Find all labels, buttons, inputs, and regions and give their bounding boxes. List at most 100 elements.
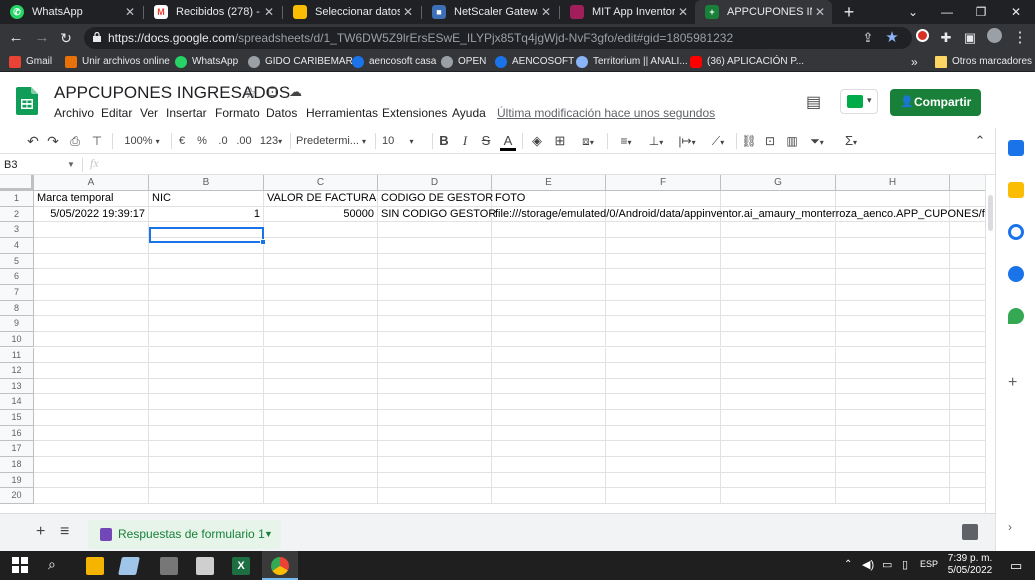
show-hidden-icons-chevron[interactable]: ⌃ xyxy=(844,559,852,570)
contacts-icon[interactable] xyxy=(1008,266,1024,282)
cell-h15[interactable] xyxy=(836,410,950,426)
insert-link-icon[interactable]: ⛓ xyxy=(741,132,757,150)
cell-b18[interactable] xyxy=(149,457,264,473)
tab-whatsapp[interactable]: ✆ WhatsApp ✕ xyxy=(0,0,142,24)
cell-e12[interactable] xyxy=(492,363,606,379)
cell-d16[interactable] xyxy=(378,425,492,442)
bookmark-open[interactable]: OPEN xyxy=(441,52,486,72)
other-bookmarks-folder[interactable]: Otros marcadores xyxy=(935,52,1032,72)
cell-g16[interactable] xyxy=(721,425,836,442)
cell-c9[interactable] xyxy=(264,316,378,332)
cell-i12[interactable] xyxy=(950,363,985,379)
cell-d2[interactable]: SIN CODIGO GESTOR xyxy=(378,206,496,223)
menu-herramientas[interactable]: Herramientas xyxy=(306,106,378,120)
cell-f11[interactable] xyxy=(606,347,721,364)
cell-i4[interactable] xyxy=(950,238,985,254)
row-header-5[interactable]: 5 xyxy=(0,253,34,270)
row-header-17[interactable]: 17 xyxy=(0,441,34,458)
cell-a5[interactable] xyxy=(34,253,149,270)
row-header-19[interactable]: 19 xyxy=(0,472,34,489)
app-icon[interactable] xyxy=(160,557,178,575)
language-indicator[interactable]: ESP xyxy=(920,559,938,569)
cell-d10[interactable] xyxy=(378,331,492,348)
close-tab-icon[interactable]: ✕ xyxy=(812,5,828,19)
cell-a6[interactable] xyxy=(34,269,149,285)
cell-d3[interactable] xyxy=(378,222,492,238)
more-bookmarks-chevron[interactable]: » xyxy=(911,52,918,72)
cell-c8[interactable] xyxy=(264,300,378,317)
cell-e11[interactable] xyxy=(492,347,606,364)
cell-h3[interactable] xyxy=(836,222,950,238)
vertical-scrollbar[interactable] xyxy=(985,175,995,513)
close-tab-icon[interactable]: ✕ xyxy=(675,5,691,19)
cell-b5[interactable] xyxy=(149,253,264,270)
cell-e19[interactable] xyxy=(492,472,606,489)
font-family-select[interactable]: Predetermi... ▾ xyxy=(296,132,370,150)
column-header-a[interactable]: A xyxy=(34,175,149,191)
cell-f6[interactable] xyxy=(606,269,721,285)
notepad-icon[interactable] xyxy=(118,557,140,575)
cell-f3[interactable] xyxy=(606,222,721,238)
file-explorer-icon[interactable] xyxy=(86,557,104,575)
cell-a17[interactable] xyxy=(34,441,149,458)
print-icon[interactable]: ⎙ xyxy=(66,132,84,150)
reload-icon[interactable]: ↻ xyxy=(56,28,76,48)
undo-icon[interactable]: ↶ xyxy=(24,132,42,150)
row-header-20[interactable]: 20 xyxy=(0,488,34,504)
cell-c5[interactable] xyxy=(264,253,378,270)
column-header-c[interactable]: C xyxy=(264,175,378,191)
sheet-tab-respuestas[interactable]: Respuestas de formulario 1 ▼ xyxy=(88,520,281,549)
cell-i3[interactable] xyxy=(950,222,985,238)
cell-i5[interactable] xyxy=(950,254,985,270)
menu-extensiones[interactable]: Extensiones xyxy=(382,106,447,120)
select-all-corner[interactable] xyxy=(0,175,34,191)
cell-f20[interactable] xyxy=(606,488,721,504)
more-formats-button[interactable]: 123▾ xyxy=(256,132,286,150)
cell-e2[interactable]: file:///storage/emulated/0/Android/data/… xyxy=(492,206,985,223)
increase-decimals-button[interactable]: .00 xyxy=(234,132,254,150)
search-icon[interactable]: ⌕ xyxy=(48,556,56,573)
extensions-puzzle-icon[interactable]: ✚ xyxy=(936,28,956,48)
cell-b17[interactable] xyxy=(149,441,264,458)
bookmark-star-icon[interactable]: ★ xyxy=(882,28,902,48)
cell-b13[interactable] xyxy=(149,378,264,395)
cell-b7[interactable] xyxy=(149,284,264,301)
cell-f9[interactable] xyxy=(606,316,721,332)
cell-g5[interactable] xyxy=(721,253,836,270)
new-tab-button[interactable]: + xyxy=(838,1,860,23)
cell-a8[interactable] xyxy=(34,300,149,317)
cell-g17[interactable] xyxy=(721,441,836,458)
share-page-icon[interactable]: ⇪ xyxy=(858,28,878,48)
cell-f15[interactable] xyxy=(606,410,721,426)
bookmark-gmail[interactable]: Gmail xyxy=(9,52,52,72)
cell-g7[interactable] xyxy=(721,284,836,301)
cell-c7[interactable] xyxy=(264,284,378,301)
windows-start-icon[interactable] xyxy=(12,557,28,573)
menu-formato[interactable]: Formato xyxy=(215,106,260,120)
cell-g18[interactable] xyxy=(721,457,836,473)
cell-g1[interactable] xyxy=(721,191,836,207)
row-header-6[interactable]: 6 xyxy=(0,269,34,285)
bookmark-whatsapp[interactable]: WhatsApp xyxy=(175,52,238,72)
cell-b2[interactable]: 1 xyxy=(149,206,264,223)
insert-comment-icon[interactable]: ⊡ xyxy=(762,132,778,150)
cell-a11[interactable] xyxy=(34,347,149,364)
row-header-10[interactable]: 10 xyxy=(0,331,34,348)
row-header-12[interactable]: 12 xyxy=(0,363,34,379)
cell-g11[interactable] xyxy=(721,347,836,364)
cell-i14[interactable] xyxy=(950,394,985,411)
functions-button[interactable]: Σ▾ xyxy=(838,132,864,150)
row-header-4[interactable]: 4 xyxy=(0,237,34,254)
cell-f5[interactable] xyxy=(606,253,721,270)
text-rotation-icon[interactable]: ⟋▾ xyxy=(704,132,732,150)
cell-f7[interactable] xyxy=(606,284,721,301)
fill-color-icon[interactable]: ◈ xyxy=(529,132,545,150)
cell-i9[interactable] xyxy=(950,316,985,332)
extension-red-icon[interactable] xyxy=(912,28,932,48)
cell-g12[interactable] xyxy=(721,363,836,379)
cell-e8[interactable] xyxy=(492,300,606,317)
row-header-16[interactable]: 16 xyxy=(0,425,34,442)
cell-c20[interactable] xyxy=(264,488,378,504)
cell-d19[interactable] xyxy=(378,472,492,489)
cell-f10[interactable] xyxy=(606,331,721,348)
